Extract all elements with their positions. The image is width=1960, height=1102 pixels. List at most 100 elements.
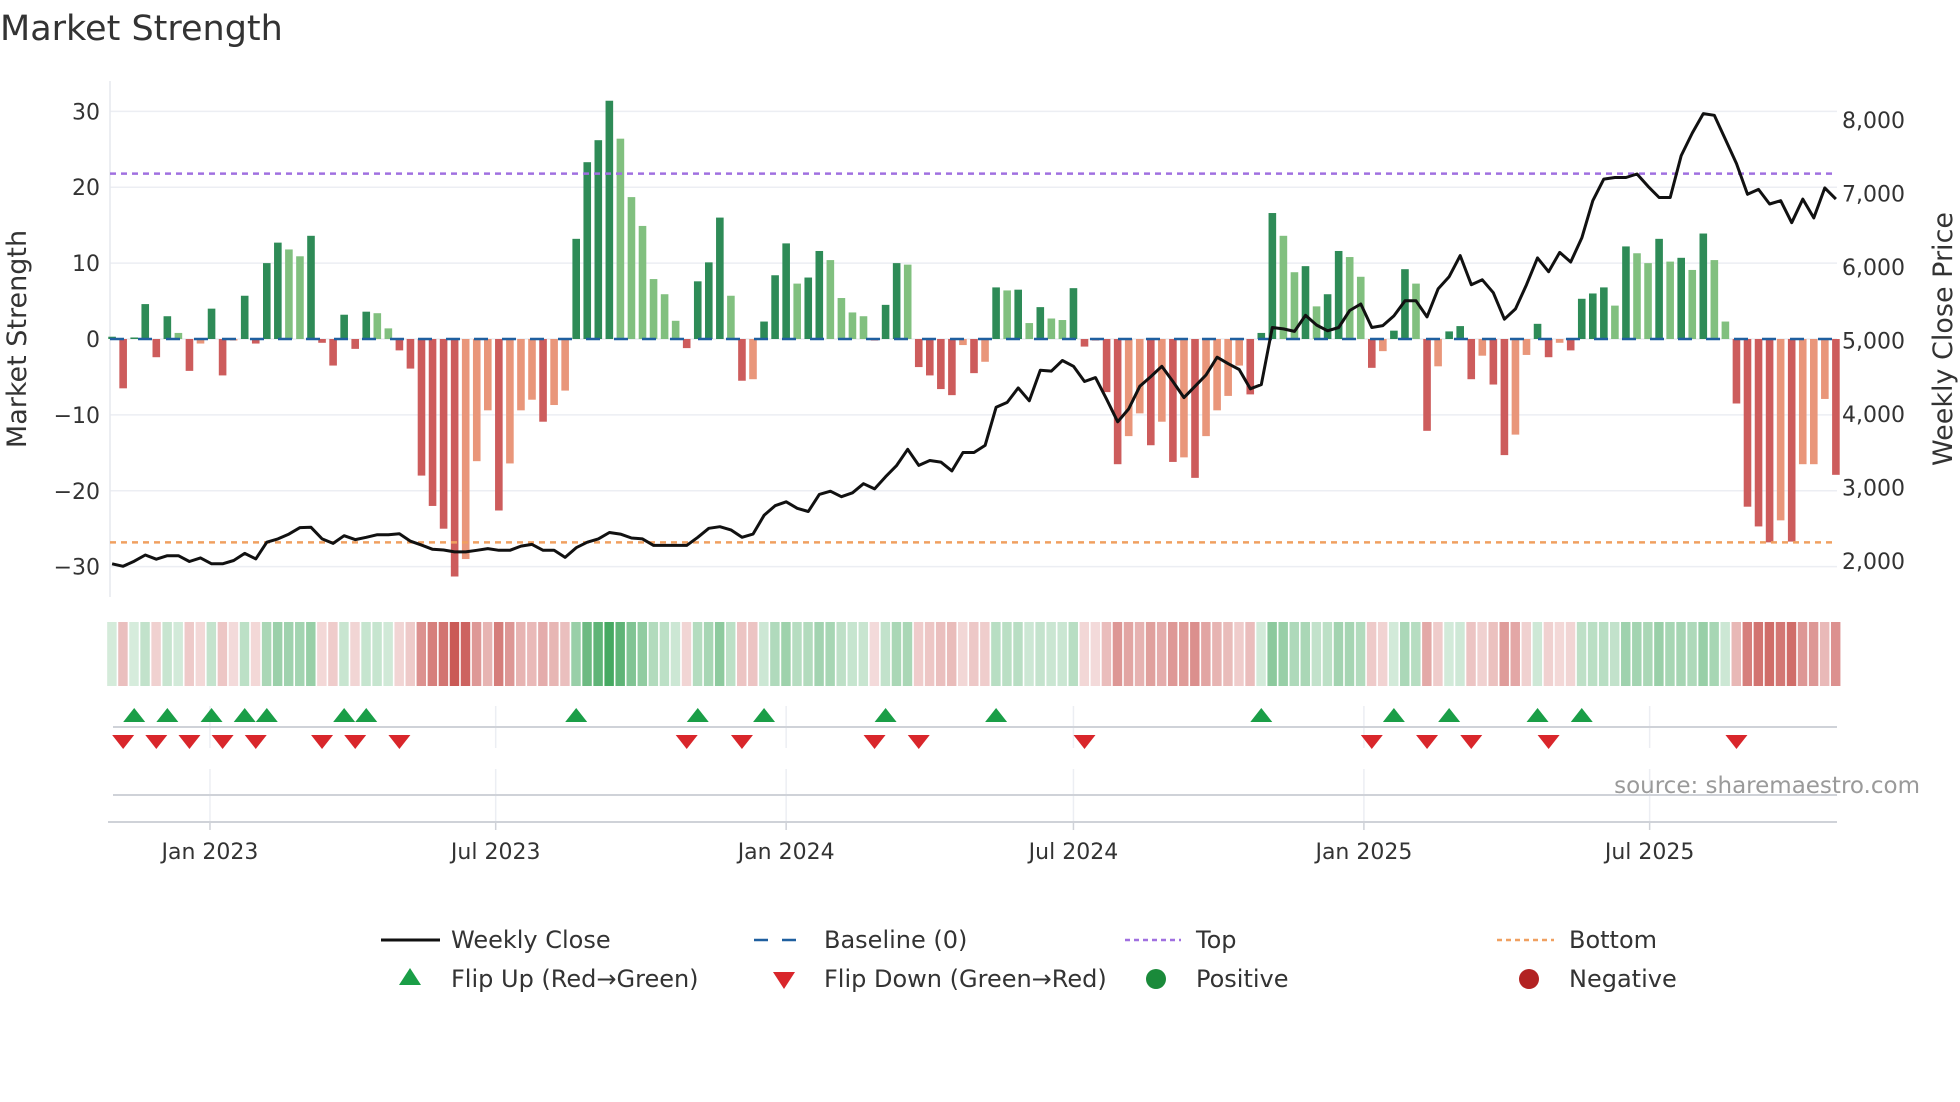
strip-cell [593,622,603,686]
strength-bar [727,295,735,339]
strip-cell [206,622,217,686]
strip-cell [1433,622,1443,686]
strength-bar [1555,339,1564,343]
strip-cell [1543,622,1554,686]
flip-down-marker [730,735,753,749]
strength-bar [329,339,337,366]
flip-up-marker [233,708,256,722]
strip-cell [847,622,857,686]
triangle-up-icon [399,968,421,985]
strength-bar [1644,263,1652,339]
flip-up-marker [1526,708,1549,722]
strength-bar [782,243,790,339]
strip-cell [1190,622,1200,686]
flip-down-marker [388,735,411,749]
strength-bar [1533,323,1542,339]
strip-cell [184,622,194,686]
strip-cell [659,622,670,686]
y2-tick-label: 2,000 [1842,550,1905,575]
strength-bar [152,339,161,358]
strip-cell [1267,622,1277,686]
strip-cell [1289,622,1299,686]
strength-bar [1202,339,1210,437]
strip-cell [1101,622,1112,686]
flip-up-marker [686,708,709,722]
strength-bar [1025,323,1034,339]
strength-bar [1743,339,1752,507]
strip-cell [295,622,305,686]
flip-down-marker [211,735,234,749]
flip-down-marker [1725,735,1748,749]
strength-bar [1379,339,1387,352]
strength-bar [417,339,426,476]
strip-cell [1598,622,1609,686]
strip-cell [1002,622,1012,686]
y-tick-label: 30 [72,100,100,125]
strength-bar [506,339,514,464]
strength-bar [1677,257,1685,339]
strip-cell [1245,622,1255,686]
strip-cell [383,622,393,686]
strength-bar [119,339,127,389]
legend-label: Flip Down (Green→Red) [824,965,1107,993]
strength-bar [517,339,525,411]
strength-bar [649,279,658,339]
strength-bar [285,249,293,339]
strength-bar [594,140,603,339]
strip-cell [482,622,493,686]
strength-bar [561,339,569,391]
strength-bar [484,339,492,411]
strength-bar [1368,339,1376,368]
flip-down-marker [1537,735,1560,749]
strip-cell [1035,622,1045,686]
strength-bar [948,339,956,396]
strip-cell [1422,622,1432,686]
strip-cell [339,622,349,686]
strip-cell [1411,622,1421,686]
strip-cell [582,622,592,686]
strength-bar [1158,339,1166,422]
legend-item-bottom: Bottom [1497,926,1657,954]
strength-bar [1113,339,1122,465]
flip-down-marker [863,735,886,749]
y-tick-label: −20 [54,480,100,505]
strip-cell [1201,622,1211,686]
strength-bar [826,260,835,339]
strength-bar [1500,339,1509,456]
strength-bar [1047,318,1056,339]
strength-bar [550,339,558,406]
strength-bar [914,339,923,368]
strength-bar [495,339,503,511]
strength-bar [1754,339,1763,527]
strength-bar [859,316,868,339]
strip-cell [416,622,427,686]
strength-bar [274,242,282,339]
strip-cell [1477,622,1487,686]
strip-cell [1234,622,1244,686]
strength-bar [1478,339,1487,356]
strip-cell [991,622,1001,686]
strength-bar [627,197,636,339]
strength-bar [406,339,415,369]
legend-label: Weekly Close [451,926,611,954]
strength-bar [1080,339,1089,347]
strip-cell [626,622,636,686]
strip-cell [1145,622,1156,686]
strip-cell [549,622,559,686]
strength-bar [671,320,680,339]
strength-bar [804,277,813,339]
strip-cell [781,622,791,686]
y2-tick-label: 5,000 [1842,329,1905,354]
legend-label: Baseline (0) [824,926,967,954]
strip-cell [1565,622,1576,686]
strip-cell [427,622,438,686]
strip-cell [759,622,769,686]
strength-bar [926,339,934,376]
strength-bar [428,339,437,506]
strip-cell [1400,622,1410,686]
strip-cell [748,622,758,686]
strip-cell [228,622,239,686]
strength-bar [240,295,249,339]
left-axis-title: Market Strength [2,230,33,448]
strength-bar [1058,320,1067,339]
